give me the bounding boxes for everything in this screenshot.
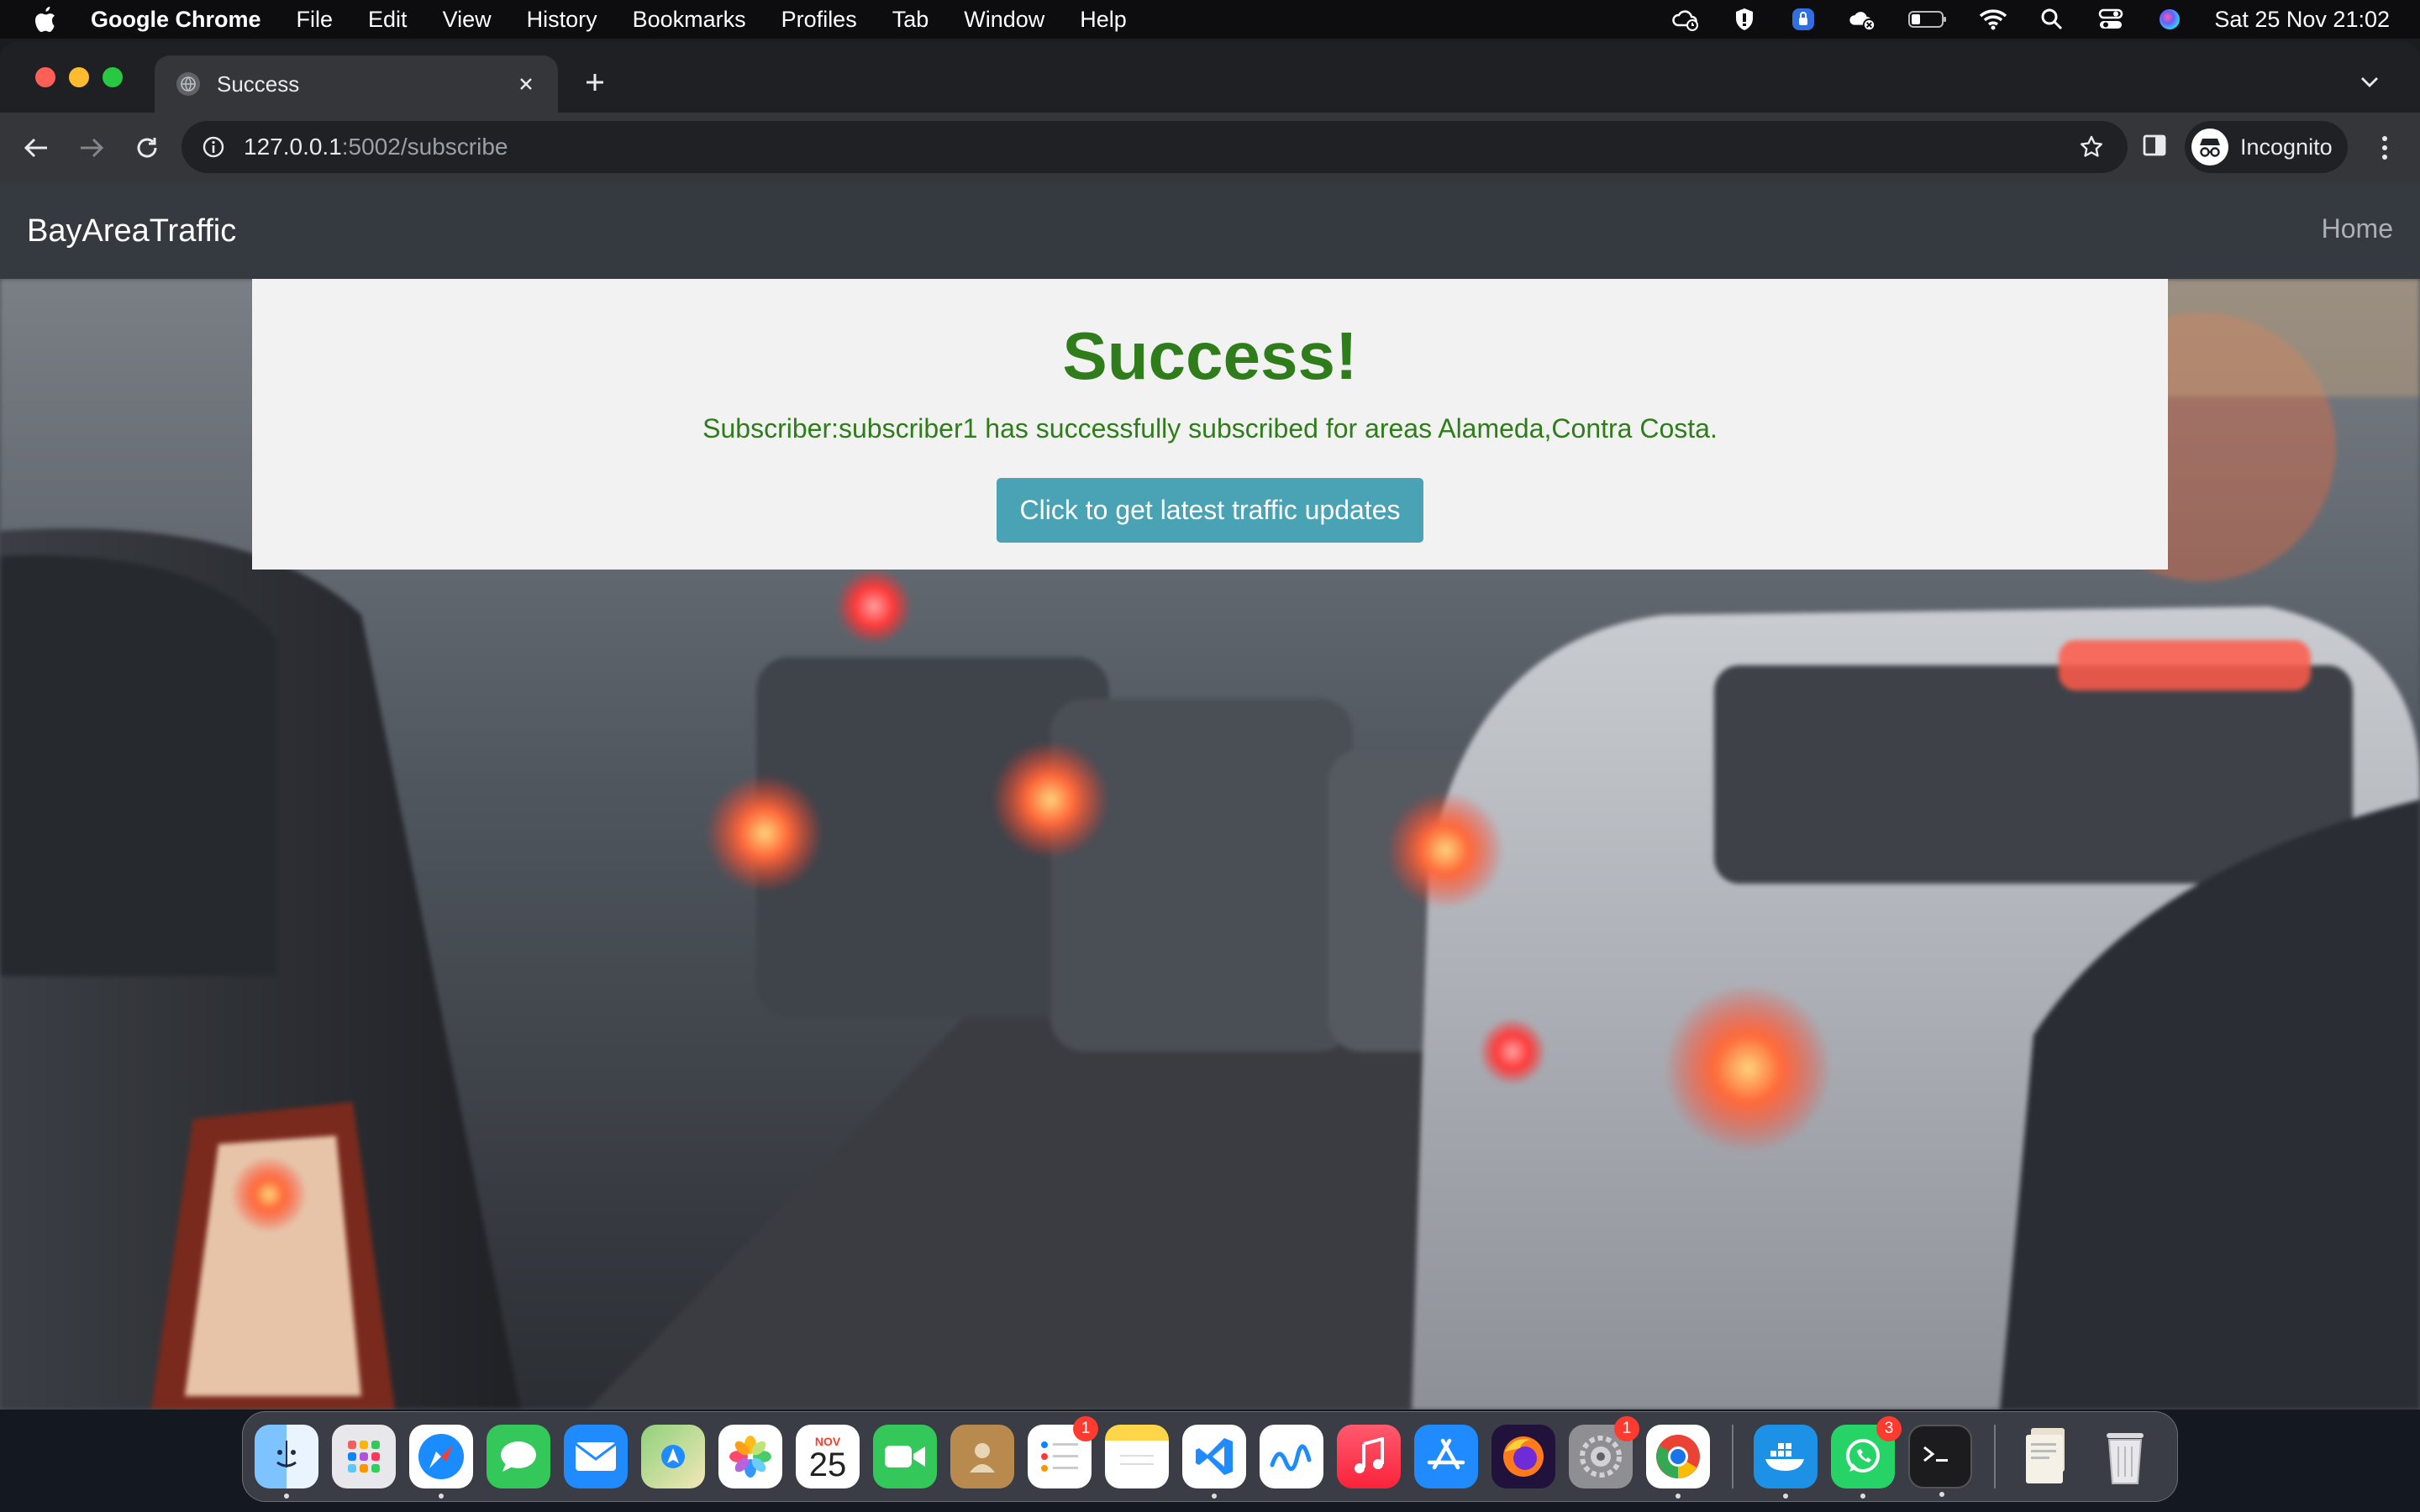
get-traffic-updates-button[interactable]: Click to get latest traffic updates — [996, 478, 1424, 543]
url-text[interactable]: 127.0.0.1:5002/subscribe — [244, 134, 508, 160]
running-indicator — [284, 1494, 289, 1499]
calendar-icon[interactable]: NOV 25 — [796, 1425, 860, 1488]
browser-toolbar: 127.0.0.1:5002/subscribe Incognito — [0, 113, 2420, 183]
incognito-profile-button[interactable]: Incognito — [2185, 121, 2348, 173]
music-icon[interactable] — [1337, 1425, 1401, 1488]
success-heading: Success! — [1062, 318, 1358, 393]
notes-icon[interactable] — [1105, 1425, 1169, 1488]
window-zoom-button[interactable] — [103, 67, 123, 87]
tab-close-icon[interactable] — [509, 67, 543, 101]
wifi-icon[interactable] — [1979, 5, 2007, 34]
menu-clock[interactable]: Sat 25 Nov 21:02 — [2214, 7, 2390, 33]
new-tab-button[interactable] — [576, 64, 613, 101]
freeform-icon[interactable] — [1260, 1425, 1323, 1488]
back-arrow-icon[interactable] — [17, 129, 55, 167]
menu-app-name[interactable]: Google Chrome — [91, 7, 261, 33]
menu-help[interactable]: Help — [1080, 7, 1127, 33]
incognito-label: Incognito — [2240, 134, 2333, 160]
reload-icon[interactable] — [128, 129, 166, 167]
reminders-icon[interactable]: 1 — [1028, 1416, 1098, 1488]
documents-stack-icon[interactable] — [2016, 1425, 2080, 1488]
running-indicator — [1783, 1494, 1788, 1499]
page-viewport: BayAreaTraffic Home Success! Subscriber:… — [0, 183, 2420, 1410]
contacts-icon[interactable] — [950, 1425, 1014, 1488]
spotlight-search-icon[interactable] — [2038, 5, 2066, 34]
menu-file[interactable]: File — [297, 7, 334, 33]
running-indicator — [1939, 1492, 1944, 1497]
running-indicator — [1676, 1494, 1681, 1499]
tab-title: Success — [217, 71, 300, 97]
app-store-icon[interactable] — [1414, 1425, 1478, 1488]
dock: NOV 25 1 1 3 — [242, 1411, 2178, 1502]
facetime-icon[interactable] — [873, 1425, 937, 1488]
nav-home-link[interactable]: Home — [2322, 213, 2393, 244]
tab-success[interactable]: Success — [155, 55, 558, 113]
mail-icon[interactable] — [564, 1425, 628, 1488]
trash-icon[interactable] — [2093, 1425, 2157, 1488]
launchpad-icon[interactable] — [332, 1425, 396, 1488]
notification-badge: 1 — [1073, 1416, 1098, 1441]
vscode-icon[interactable] — [1182, 1425, 1246, 1499]
site-navbar: BayAreaTraffic Home — [0, 183, 2420, 279]
firefox-icon[interactable] — [1491, 1425, 1555, 1488]
messages-icon[interactable] — [487, 1425, 550, 1488]
chevron-down-icon[interactable] — [2353, 66, 2386, 99]
menu-history[interactable]: History — [527, 7, 597, 33]
site-brand[interactable]: BayAreaTraffic — [27, 213, 236, 249]
cloud-off-icon[interactable] — [1848, 5, 1876, 34]
cloud-clock-icon[interactable] — [1671, 5, 1700, 34]
dock-separator — [1732, 1425, 1733, 1488]
dock-separator — [1994, 1425, 1996, 1488]
incognito-icon — [2191, 129, 2228, 165]
apple-icon[interactable] — [32, 5, 57, 34]
running-indicator — [1212, 1494, 1217, 1499]
window-minimize-button[interactable] — [69, 67, 89, 87]
notification-badge: 3 — [1876, 1416, 1902, 1441]
side-panel-icon[interactable] — [2138, 129, 2171, 162]
success-card: Success! Subscriber:subscriber1 has succ… — [252, 279, 2168, 570]
menu-view[interactable]: View — [443, 7, 492, 33]
system-settings-icon[interactable]: 1 — [1569, 1416, 1639, 1488]
chrome-icon[interactable] — [1646, 1425, 1710, 1499]
siri-icon[interactable] — [2155, 5, 2184, 34]
maps-icon[interactable] — [641, 1425, 705, 1488]
forward-arrow-icon[interactable] — [72, 129, 111, 167]
notification-badge: 1 — [1614, 1416, 1639, 1441]
calendar-day: 25 — [808, 1446, 847, 1483]
menu-window[interactable]: Window — [964, 7, 1044, 33]
terminal-icon[interactable] — [1908, 1425, 1972, 1497]
menu-edit[interactable]: Edit — [368, 7, 408, 33]
battery-icon[interactable] — [1907, 5, 1949, 34]
menu-profiles[interactable]: Profiles — [781, 7, 857, 33]
docker-icon[interactable] — [1754, 1425, 1818, 1499]
window-close-button[interactable] — [35, 67, 55, 87]
finder-icon[interactable] — [255, 1425, 318, 1499]
info-icon[interactable] — [200, 134, 227, 160]
menu-bookmarks[interactable]: Bookmarks — [633, 7, 746, 33]
address-bar[interactable]: 127.0.0.1:5002/subscribe — [182, 121, 2128, 173]
menu-bar: Google Chrome File Edit View History Boo… — [0, 0, 2420, 39]
menu-tab[interactable]: Tab — [892, 7, 929, 33]
globe-icon — [176, 72, 200, 96]
running-indicator — [1860, 1494, 1865, 1499]
shield-icon[interactable] — [1730, 5, 1759, 34]
safari-icon[interactable] — [409, 1425, 473, 1499]
control-center-icon[interactable] — [2096, 5, 2125, 34]
running-indicator — [439, 1494, 444, 1499]
password-manager-icon[interactable] — [1789, 5, 1818, 34]
subscription-message: Subscriber:subscriber1 has successfully … — [702, 413, 1718, 444]
more-menu-icon[interactable] — [2368, 129, 2402, 166]
bookmark-star-icon[interactable] — [2077, 133, 2106, 161]
whatsapp-icon[interactable]: 3 — [1831, 1416, 1902, 1499]
tab-strip: Success — [0, 42, 2420, 113]
browser-window: Success 127.0.0.1:5002/subscribe Incogni… — [0, 42, 2420, 1410]
photos-icon[interactable] — [718, 1425, 782, 1488]
